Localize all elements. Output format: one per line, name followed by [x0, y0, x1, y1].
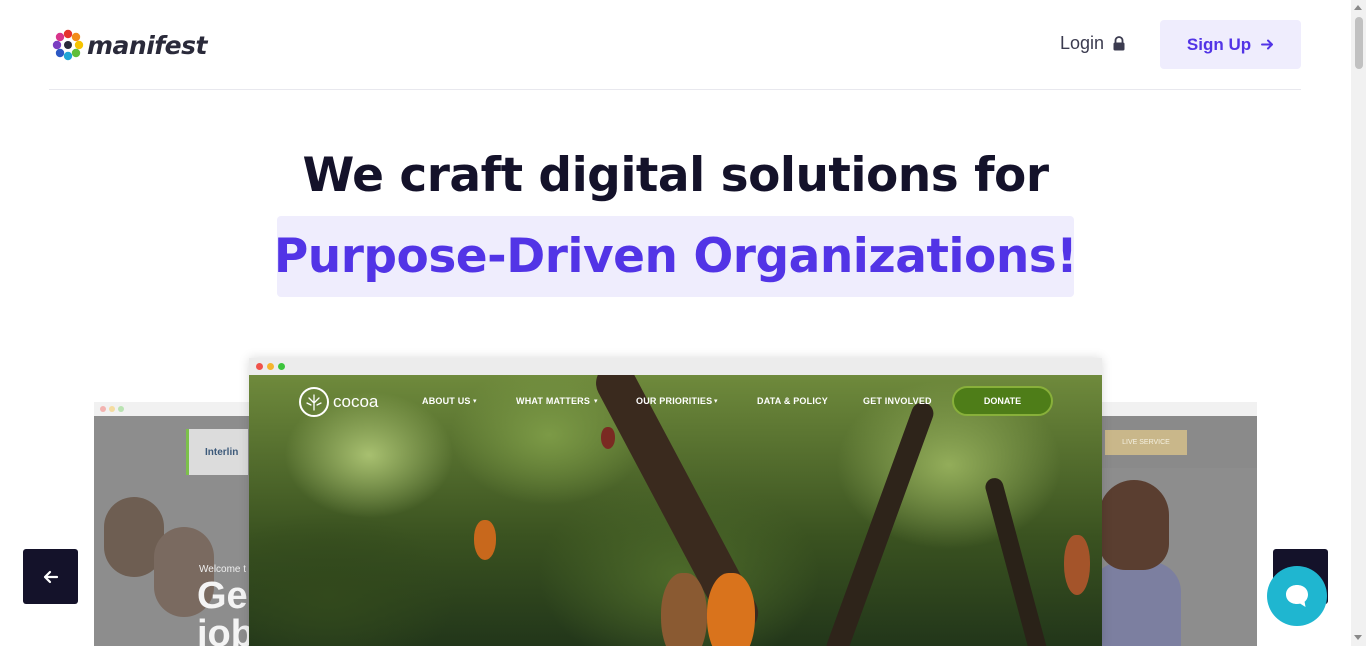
browser-bar: [249, 358, 1102, 375]
hero-highlight-text: Purpose-Driven Organizations!: [273, 229, 1078, 284]
window-dot-icon: [100, 406, 106, 412]
tree-branch: [823, 399, 937, 646]
page-scrollbar[interactable]: [1351, 0, 1366, 646]
donate-button[interactable]: DONATE: [952, 386, 1053, 416]
cocoa-pod: [601, 427, 615, 449]
scroll-up-icon[interactable]: [1354, 5, 1362, 10]
login-label: Login: [1060, 33, 1105, 53]
logo-text: manifest: [87, 30, 207, 60]
interlink-logo: Interlin: [186, 429, 248, 475]
nav-data-policy[interactable]: DATA & POLICY: [757, 396, 828, 406]
cocoa-nav: cocoa ABOUT US ▾ WHAT MATTERS ▾ OUR PRIO…: [249, 375, 1102, 427]
tree-icon: [299, 387, 329, 417]
carousel-prev-button[interactable]: [23, 549, 78, 604]
arrow-right-icon: [1261, 39, 1274, 50]
chat-icon: [1286, 585, 1308, 607]
browser-bar: [94, 402, 254, 416]
lock-icon: [1113, 36, 1125, 51]
cocoa-logo-text: cocoa: [333, 392, 379, 411]
carousel-slide-active[interactable]: cocoa ABOUT US ▾ WHAT MATTERS ▾ OUR PRIO…: [249, 358, 1102, 646]
nav-what-matters[interactable]: WHAT MATTERS: [516, 396, 590, 406]
cocoa-pod: [474, 520, 496, 560]
nav-our-priorities[interactable]: OUR PRIORITIES: [636, 396, 712, 406]
browser-bar: [1095, 402, 1257, 416]
window-dot-icon: [118, 406, 124, 412]
photo-person: [1099, 480, 1169, 570]
slide-cta-button: LIVE SERVICE: [1105, 430, 1187, 455]
cocoa-logo[interactable]: cocoa: [299, 387, 378, 417]
arrow-left-icon: [43, 570, 58, 583]
nav-about-us[interactable]: ABOUT US: [422, 396, 471, 406]
cocoa-pod: [707, 573, 755, 646]
scroll-down-icon[interactable]: [1354, 635, 1362, 640]
carousel-slide-right[interactable]: LIVE SERVICE: [1095, 402, 1257, 646]
carousel-slide-left[interactable]: Interlin Welcome t Ge job: [94, 402, 254, 646]
slide-headline: Ge job: [197, 575, 254, 646]
window-maximize-dot-icon: [278, 363, 285, 370]
hero-heading: We craft digital solutions for: [302, 148, 1049, 203]
cocoa-site-screenshot: cocoa ABOUT US ▾ WHAT MATTERS ▾ OUR PRIO…: [249, 375, 1102, 646]
cocoa-pod: [1064, 535, 1090, 595]
window-dot-icon: [109, 406, 115, 412]
chevron-down-icon: ▾: [473, 398, 477, 405]
login-link[interactable]: Login: [1060, 33, 1126, 54]
logo-flower-icon: [52, 29, 84, 61]
window-minimize-dot-icon: [267, 363, 274, 370]
signup-button[interactable]: Sign Up: [1160, 20, 1301, 69]
chevron-down-icon: ▾: [594, 398, 598, 405]
signup-label: Sign Up: [1186, 34, 1252, 54]
welcome-text: Welcome t: [199, 564, 247, 575]
chat-widget-button[interactable]: [1267, 566, 1327, 626]
cocoa-pod: [661, 573, 707, 646]
tree-branch: [983, 476, 1053, 646]
site-header: manifest Login Sign Up: [49, 0, 1301, 90]
manifest-logo[interactable]: manifest: [51, 28, 207, 62]
nav-get-involved[interactable]: GET INVOLVED: [863, 396, 932, 406]
photo-person-body: [1095, 562, 1181, 646]
scroll-thumb[interactable]: [1355, 17, 1363, 69]
window-close-dot-icon: [256, 363, 263, 370]
chevron-down-icon: ▾: [714, 398, 718, 405]
hero-highlight: Purpose-Driven Organizations!: [273, 216, 1078, 297]
